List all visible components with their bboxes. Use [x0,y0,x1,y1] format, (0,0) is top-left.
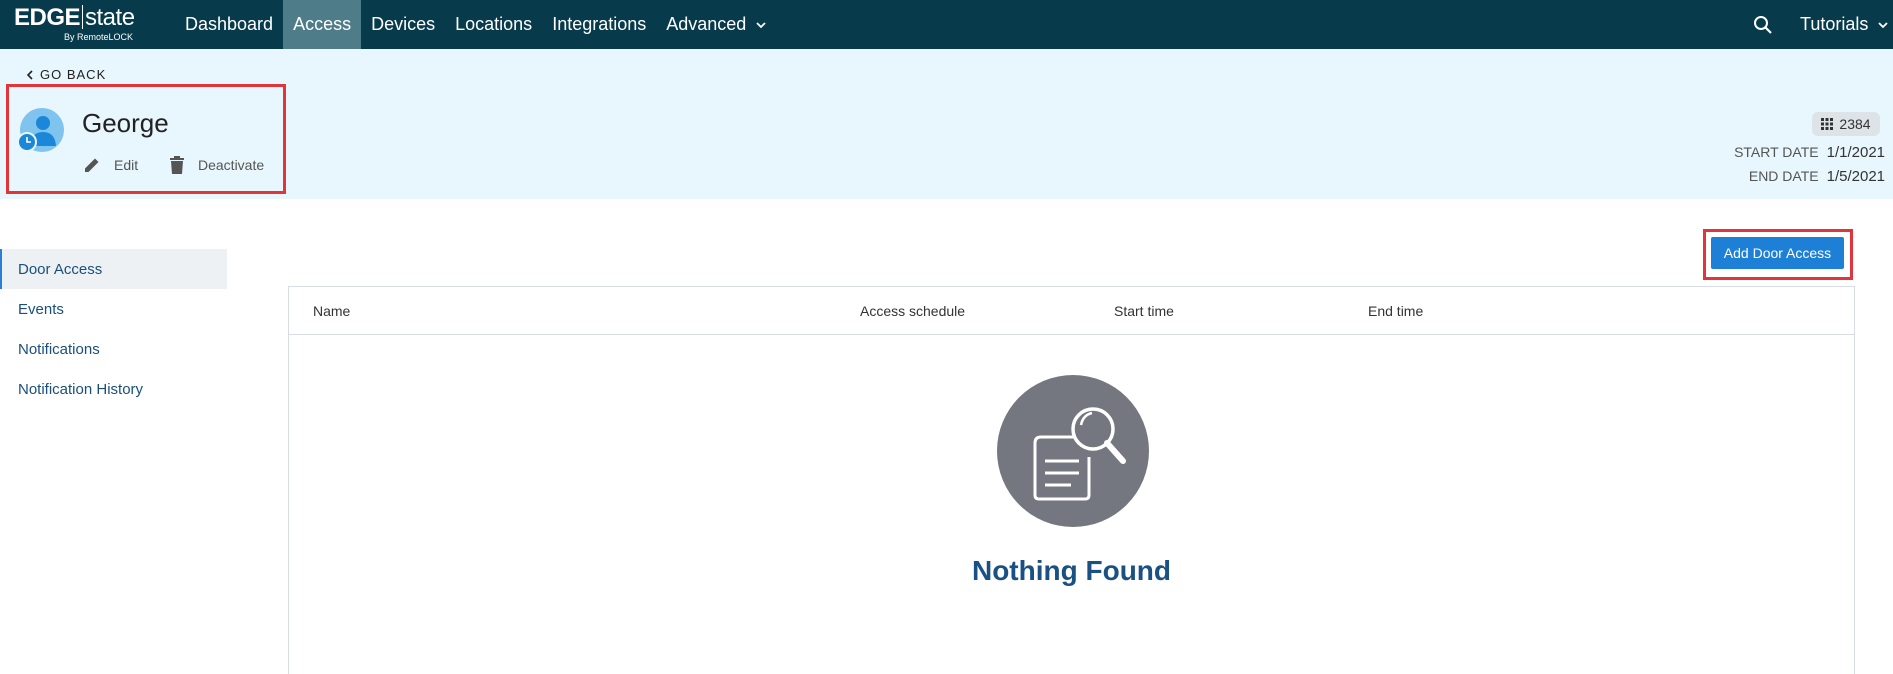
sidebar-item-events[interactable]: Events [0,289,227,329]
main-nav: Dashboard Access Devices Locations Integ… [175,0,776,49]
sidebar-item-notification-history[interactable]: Notification History [0,369,227,409]
column-header-start-time[interactable]: Start time [1114,303,1174,319]
no-results-icon [997,375,1149,527]
door-access-table: Name Access schedule Start time End time… [288,286,1855,674]
logo-byline: By RemoteLOCK [64,32,134,42]
pencil-icon [85,158,99,172]
chevron-down-icon [1878,21,1888,28]
column-header-end-time[interactable]: End time [1368,303,1423,319]
start-date: START DATE 1/1/2021 [1734,144,1885,161]
deactivate-button[interactable]: Deactivate [168,155,264,175]
add-door-access-button[interactable]: Add Door Access [1711,237,1844,269]
nav-advanced[interactable]: Advanced [656,0,776,49]
user-name: George [82,108,169,138]
sidebar-item-door-access[interactable]: Door Access [0,249,227,289]
empty-state-message: Nothing Found [971,555,1172,586]
column-header-access-schedule[interactable]: Access schedule [860,303,965,319]
user-avatar-icon [18,108,64,152]
nav-access[interactable]: Access [283,0,362,49]
edit-button[interactable]: Edit [82,155,138,175]
chevron-down-icon [756,21,766,28]
trash-icon [170,156,184,174]
end-date: END DATE 1/5/2021 [1748,168,1885,185]
brand-logo[interactable]: EDGE state By RemoteLOCK [14,4,144,46]
sidebar: Door Access Events Notifications Notific… [0,249,227,409]
table-header: Name Access schedule Start time End time [289,287,1854,335]
nav-dashboard[interactable]: Dashboard [175,0,283,49]
nav-devices[interactable]: Devices [361,0,445,49]
pin-badge: 2384 [1812,112,1880,136]
chevron-left-icon [26,69,33,80]
column-header-name[interactable]: Name [313,303,350,319]
logo-wordmark: EDGE state [14,4,135,31]
sidebar-item-notifications[interactable]: Notifications [0,329,227,369]
top-navbar: EDGE state By RemoteLOCK Dashboard Access… [0,0,1893,49]
nav-locations[interactable]: Locations [445,0,542,49]
keypad-icon [1821,118,1834,130]
search-icon[interactable] [1752,14,1774,36]
go-back-link[interactable]: GO BACK [26,67,106,82]
nav-integrations[interactable]: Integrations [542,0,656,49]
tutorials-menu[interactable]: Tutorials [1800,0,1888,49]
